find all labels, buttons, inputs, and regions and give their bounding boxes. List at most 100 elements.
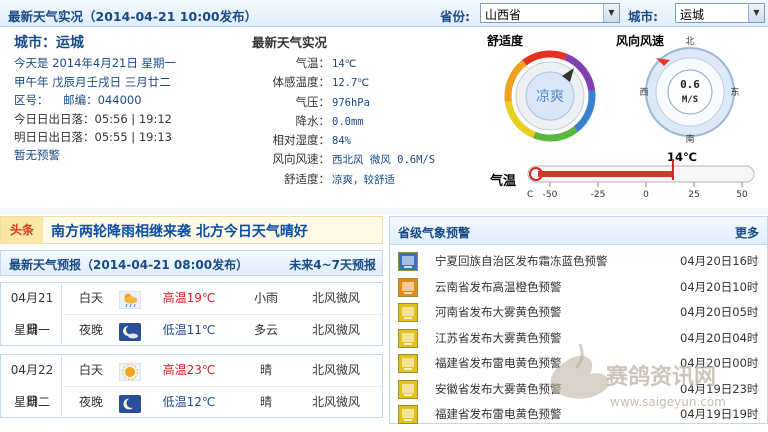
alert-item[interactable]: 云南省发布高温橙色预警 04月20日10时 xyxy=(390,275,767,300)
province-alerts: 省级气象预警 更多 宁夏回族自治区发布霜冻蓝色预警 04月20日16时云南省发布高… xyxy=(389,216,768,424)
forecast-temp: 高温19℃ xyxy=(162,291,216,305)
forecast-weather: 多云 xyxy=(253,323,278,337)
compass-south: 南 xyxy=(685,133,694,145)
forecast-temp: 高温23℃ xyxy=(162,363,216,377)
alert-item[interactable]: 河南省发布大雾黄色预警 04月20日05时 xyxy=(390,300,767,325)
alert-date: 04月20日10时 xyxy=(680,279,759,294)
live-row-key: 降水： xyxy=(295,113,331,128)
forecast-weekday: 星期二 xyxy=(13,395,50,409)
forecast-period: 夜晚 xyxy=(78,323,103,337)
thermometer-tick-label: -25 xyxy=(591,190,606,200)
forecast-weather: 小雨 xyxy=(253,291,278,305)
forecast-row: 04月22日 白天 高温23℃ 晴北风微风 xyxy=(1,355,382,408)
forecast-title: 最新天气预报（2014-04-21 08:00发布） xyxy=(9,258,249,272)
alert-title[interactable]: 江苏省发布大雾黄色预警 xyxy=(435,326,562,351)
thermometer: C -50 -25 0 25 50 xyxy=(527,160,755,200)
compass-west: 西 xyxy=(639,87,648,98)
city-select[interactable]: 运城 ▼ xyxy=(675,3,765,23)
comfort-gauge: 凉爽 xyxy=(504,50,596,142)
forecast-header: 最新天气预报（2014-04-21 08:00发布） 未来4~7天预报 xyxy=(0,250,383,276)
live-row-key: 体感温度： xyxy=(272,75,331,90)
alert-item[interactable]: 江苏省发布大雾黄色预警 04月20日04时 xyxy=(390,326,767,351)
alert-title[interactable]: 福建省发布雷电黄色预警 xyxy=(435,402,562,427)
alert-date: 04月19日19时 xyxy=(680,407,759,421)
alert-item[interactable]: 福建省发布雷电黄色预警 04月20日00时 xyxy=(390,351,767,376)
live-row-value: 14℃ xyxy=(332,58,357,70)
forecast-row: 04月21日 白天 高温19℃ 小雨 北风微风 xyxy=(1,283,382,336)
live-row-key: 舒适度： xyxy=(284,171,330,186)
heat-orange-warning-icon xyxy=(398,277,418,297)
today-line: 今天是 2014年4月21日 星期一 xyxy=(14,56,177,70)
live-row: 相对湿度： 84% xyxy=(250,131,490,150)
province-select[interactable]: 山西省 ▼ xyxy=(480,3,620,23)
forecast-period: 白天 xyxy=(78,291,103,305)
alert-title[interactable]: 河南省发布大雾黄色预警 xyxy=(435,300,562,325)
live-row-key: 相对湿度： xyxy=(272,133,331,148)
alert-item[interactable]: 福建省发布雷电黄色预警 04月19日19时 xyxy=(390,402,767,427)
alert-item[interactable]: 安徽省发布大雾黄色预警 04月19日23时 xyxy=(390,377,767,402)
live-weather: 最新天气实况 气温： 14℃ 体感温度： 12.7℃ 气压： 976hPa 降水： 0.0mm… xyxy=(250,32,490,189)
alerts-title: 省级气象预警 xyxy=(398,226,471,240)
forecast-icon-wrap xyxy=(118,362,142,382)
chevron-down-icon: ▼ xyxy=(603,4,619,22)
alert-item[interactable]: 宁夏回族自治区发布霜冻蓝色预警 04月20日16时 xyxy=(390,249,767,274)
alert-date: 04月20日04时 xyxy=(680,330,759,345)
alerts-header: 省级气象预警 更多 xyxy=(390,217,767,245)
alert-title[interactable]: 宁夏回族自治区发布霜冻蓝色预警 xyxy=(435,249,608,274)
live-row: 降水： 0.0mm xyxy=(250,112,490,131)
alert-title[interactable]: 安徽省发布大雾黄色预警 xyxy=(435,377,562,402)
temp-label: 气温 xyxy=(490,174,517,189)
forecast-day: 04月21日 白天 高温19℃ 小雨 北风微风 星期一 夜晚 低温11℃ 多云 北风微风 xyxy=(0,282,383,346)
light-rain-icon xyxy=(118,290,142,310)
lunar-date: 甲午年 戊辰月壬戌日 三月廿二 xyxy=(14,74,171,89)
page-title: 最新天气实况（2014-04-21 10:00发布） xyxy=(8,9,258,24)
forecast-temp: 低温11℃ xyxy=(162,323,216,337)
live-row-key: 气压： xyxy=(295,94,331,109)
thermometer-fill xyxy=(538,171,673,177)
live-row: 舒适度： 凉爽，较舒适 xyxy=(250,170,490,189)
sun-icon xyxy=(118,362,142,382)
compass-north: 北 xyxy=(685,36,694,47)
wind-compass: 北 南 东 西 0.6 M/S xyxy=(639,36,739,145)
no-warning-text: 暂无预警 xyxy=(14,147,60,162)
wind-speed-value: 0.6 xyxy=(680,78,700,91)
alerts-more-link[interactable]: 更多 xyxy=(735,224,759,241)
compass-east: 东 xyxy=(730,86,739,98)
forecast-icon-wrap xyxy=(118,322,142,342)
thermometer-tick-label: 25 xyxy=(688,190,699,200)
live-row: 风向风速： 西北风 微风 0.6M/S xyxy=(250,150,490,169)
city-select-value: 运城 xyxy=(680,8,705,22)
forecast-period: 白天 xyxy=(78,363,103,377)
alert-title[interactable]: 云南省发布高温橙色预警 xyxy=(435,275,562,300)
alert-date: 04月20日16时 xyxy=(680,254,759,268)
live-row-value: 凉爽，较舒适 xyxy=(332,173,395,186)
forecast-day: 04月22日 白天 高温23℃ 晴北风微风 星期二 夜晚 低温12℃ 晴北风微风 xyxy=(0,354,383,418)
forecast-period: 夜晚 xyxy=(78,395,103,409)
moon-cloud-icon xyxy=(118,322,142,342)
alert-title[interactable]: 福建省发布雷电黄色预警 xyxy=(435,351,562,376)
forecast-row: 星期一 夜晚 低温11℃ 多云 北风微风 xyxy=(1,315,382,346)
alert-date: 04月20日00时 xyxy=(680,356,759,370)
section-divider xyxy=(0,208,768,214)
compass-center xyxy=(667,69,713,115)
headline-link[interactable]: 南方两轮降雨相继来袭 北方今日天气晴好 xyxy=(51,221,308,241)
forecast-more-link[interactable]: 未来4~7天预报 xyxy=(289,256,376,273)
thunder-yellow-warning-icon xyxy=(398,405,418,424)
live-row: 体感温度： 12.7℃ xyxy=(250,73,490,92)
forecast-temp: 低温12℃ xyxy=(162,395,216,409)
live-row-value: 西北风 微风 0.6M/S xyxy=(332,154,436,167)
live-row-value: 12.7℃ xyxy=(332,77,370,90)
fog-yellow-warning-icon xyxy=(398,379,418,399)
headline-bar[interactable]: 头条 南方两轮降雨相继来袭 北方今日天气晴好 xyxy=(0,216,383,244)
headline-tag: 头条 xyxy=(1,217,43,243)
top-bar: 最新天气实况（2014-04-21 10:00发布） 省份: 山西省 ▼ 城市:… xyxy=(0,0,768,27)
fog-yellow-warning-icon xyxy=(398,328,418,348)
forecast-weather: 晴 xyxy=(259,395,272,409)
province-select-value: 山西省 xyxy=(485,8,522,22)
forecast-icon-wrap xyxy=(118,394,142,414)
live-row-value: 0.0mm xyxy=(332,115,364,128)
today-sunrise-sunset: 今日日出日落：05:56 | 19:12 xyxy=(14,111,172,126)
live-row-key: 风向风速： xyxy=(272,152,331,167)
forecast-wind: 北风微风 xyxy=(311,291,360,305)
chevron-down-icon: ▼ xyxy=(748,4,764,22)
